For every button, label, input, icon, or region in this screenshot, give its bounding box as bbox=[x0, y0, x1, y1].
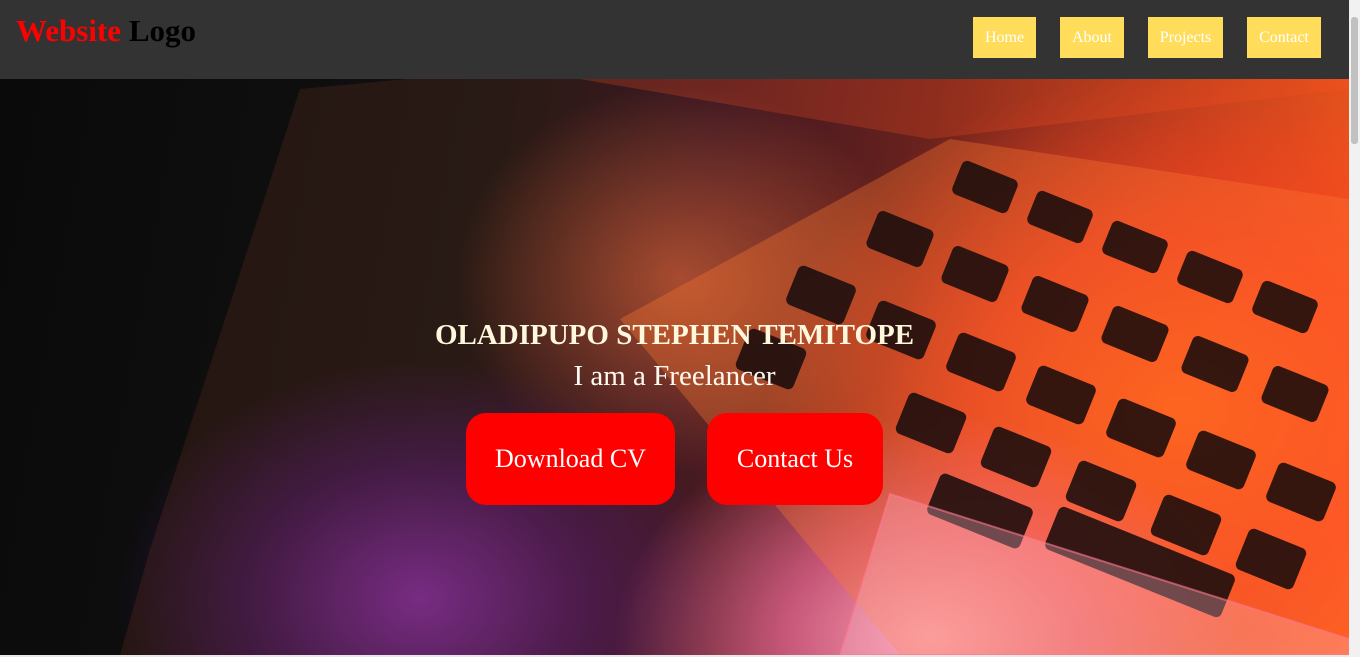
nav-projects-button[interactable]: Projects bbox=[1148, 17, 1223, 58]
hero-text-block: OLADIPUPO STEPHEN TEMITOPE I am a Freela… bbox=[0, 315, 1349, 393]
download-cv-button[interactable]: Download CV bbox=[466, 413, 675, 505]
contact-us-button[interactable]: Contact Us bbox=[707, 413, 883, 505]
logo-rest-text: Logo bbox=[121, 13, 196, 48]
website-logo[interactable]: Website Logo bbox=[16, 12, 196, 50]
nav-home-button[interactable]: Home bbox=[973, 17, 1036, 58]
logo-accent-text: Website bbox=[16, 13, 122, 48]
nav-contact-button[interactable]: Contact bbox=[1247, 17, 1321, 58]
page: Website Logo Home About Projects Contact bbox=[0, 0, 1360, 657]
hero-section: OLADIPUPO STEPHEN TEMITOPE I am a Freela… bbox=[0, 79, 1349, 655]
site-header: Website Logo Home About Projects Contact bbox=[0, 0, 1349, 79]
vertical-scrollbar[interactable] bbox=[1349, 0, 1360, 657]
hero-tagline: I am a Freelancer bbox=[573, 360, 776, 392]
nav-about-button[interactable]: About bbox=[1060, 17, 1124, 58]
scrollbar-thumb[interactable] bbox=[1351, 17, 1358, 144]
hero-name-heading: OLADIPUPO STEPHEN TEMITOPE bbox=[434, 319, 915, 351]
